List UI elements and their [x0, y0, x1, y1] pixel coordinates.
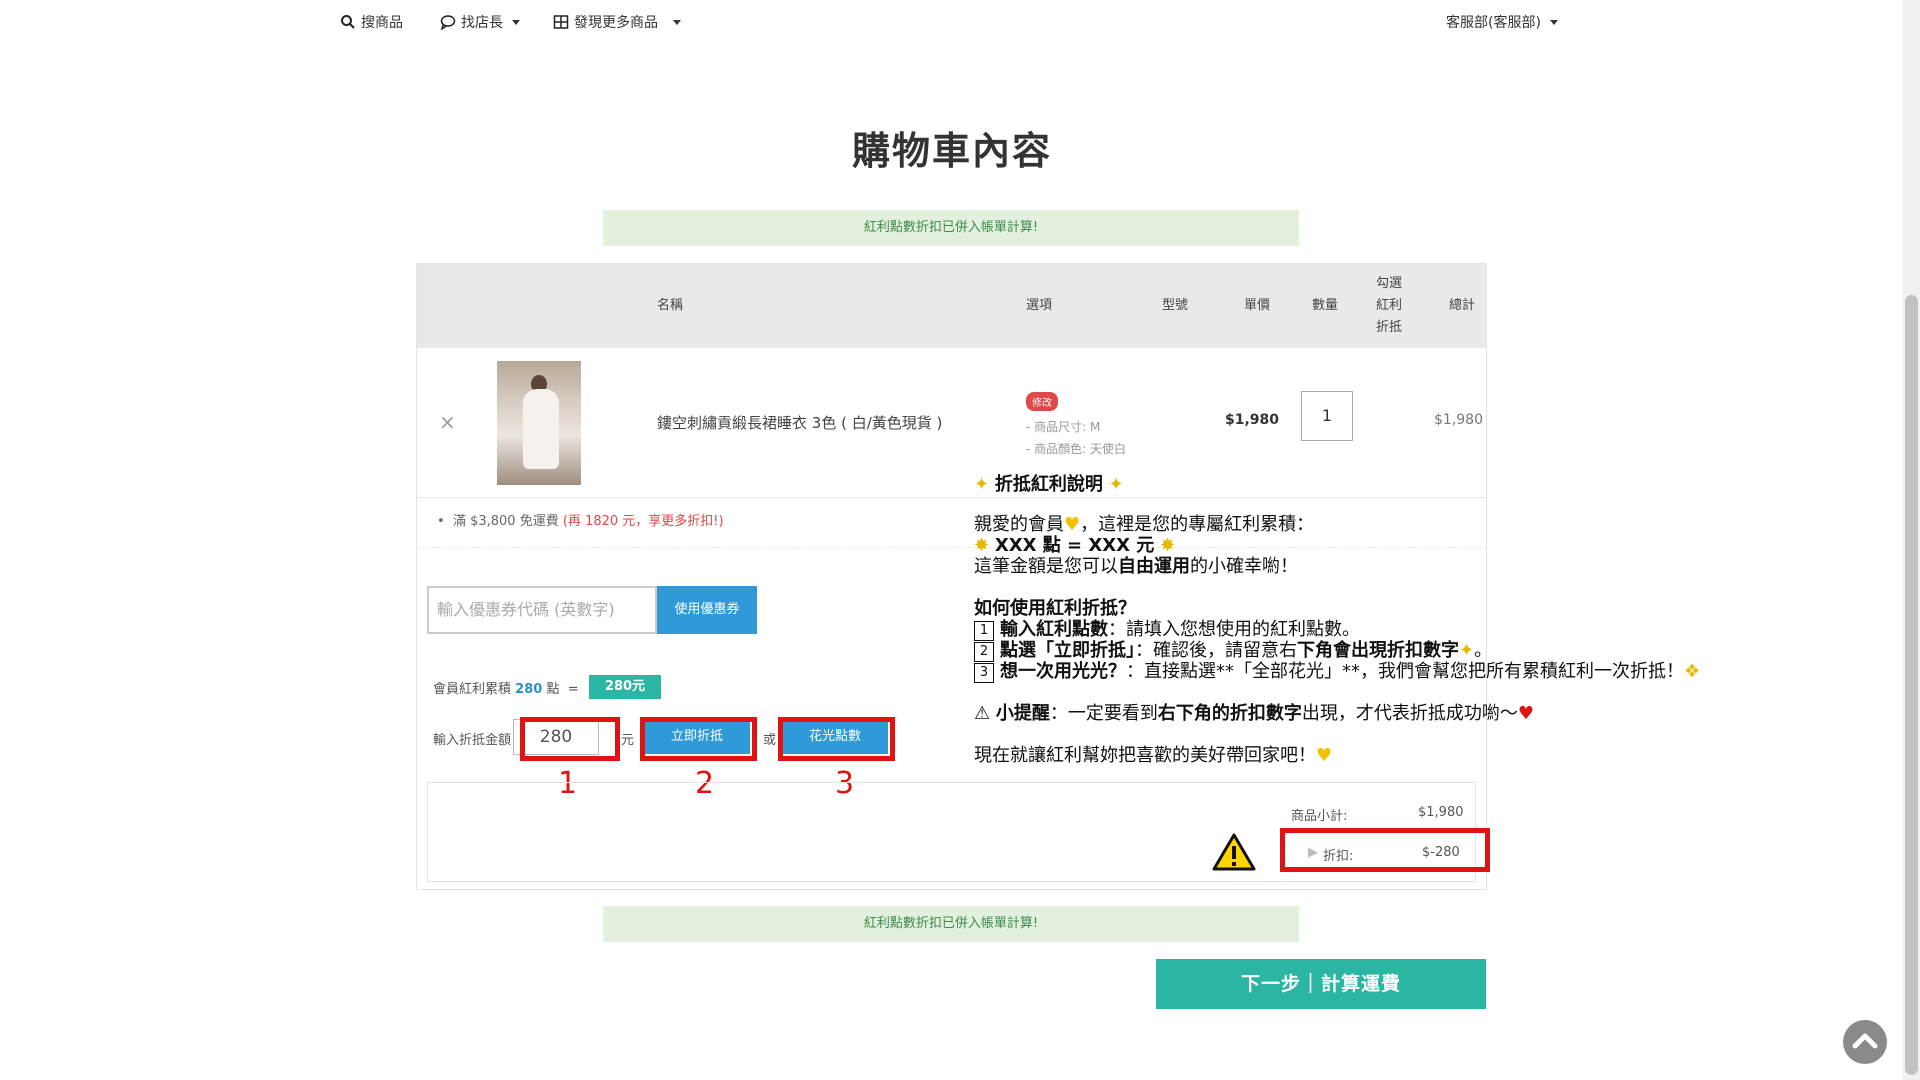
chevron-down-icon: [673, 19, 681, 25]
search-icon: [341, 15, 355, 29]
product-name[interactable]: 鏤空刺繡貢緞長裙睡衣 3色 ( 白/黃色現貨 ): [657, 412, 942, 433]
explain-l3c: 的小確幸喲！: [1190, 556, 1298, 577]
nav-find-manager-label: 找店長: [461, 15, 503, 31]
header-quantity: 數量: [1312, 298, 1339, 313]
cart-table: 名稱 選項 型號 單價 數量 勾選 紅利 折抵 總計 × 鏤空刺繡貢緞長裙睡衣 …: [416, 263, 1490, 890]
shipping-extra: (再 1820 元，享更多折扣!): [562, 514, 724, 529]
points-equals: =: [567, 682, 579, 697]
order-summary: 商品小計: $1,980 ▶ 折扣: $-280: [427, 782, 1490, 882]
highlight-box-3: [778, 717, 895, 761]
coupon-input[interactable]: 輸入優惠券代碼 (英數字): [427, 586, 657, 634]
chat-icon: [440, 15, 456, 30]
explain-closing-text: 現在就讓紅利幫妳把喜歡的美好帶回家吧！: [974, 745, 1316, 766]
sparkle-icon: ✦: [1108, 474, 1124, 495]
explain-title-line: ✦ 折抵紅利說明 ✦: [974, 470, 1124, 496]
explain-l3a: 這筆金額是您可以: [974, 556, 1118, 577]
nav-search[interactable]: 搜商品: [340, 12, 403, 32]
cart-table-header: 名稱 選項 型號 單價 數量 勾選 紅利 折抵 總計: [417, 264, 1486, 348]
nav-find-manager[interactable]: 找店長: [440, 12, 520, 32]
header-unit-price: 單價: [1244, 298, 1271, 313]
line-total: $1,980: [1434, 412, 1483, 428]
apply-coupon-button[interactable]: 使用優惠券: [657, 586, 757, 634]
scroll-to-top-button[interactable]: [1843, 1020, 1887, 1064]
heart-icon: ♥: [1517, 703, 1535, 724]
page-title: 購物車內容: [851, 129, 1052, 173]
explain-tip: ⚠ 小提醒：一定要看到右下角的折扣數字出現，才代表折抵成功喲～♥: [974, 699, 1534, 725]
explain-tip-d: 出現，才代表折抵成功喲～: [1301, 703, 1518, 724]
nav-discover-label: 發現更多商品: [574, 15, 658, 31]
explain-title: 折抵紅利說明: [994, 474, 1103, 495]
warning-icon: [1212, 833, 1256, 871]
edit-option-badge[interactable]: 修改: [1026, 392, 1058, 411]
highlight-box-2: [640, 717, 757, 761]
points-label: 會員紅利累積 280 點 =: [433, 678, 579, 697]
header-bonus-select-1: 勾選: [1376, 276, 1403, 291]
highlight-box-discount: [1280, 828, 1490, 872]
unit-price: $1,980: [1225, 412, 1280, 428]
explain-closing: 現在就讓紅利幫妳把喜歡的美好帶回家吧！♥: [974, 741, 1332, 767]
highlight-box-1: [520, 717, 620, 761]
explain-s3a: 想一次用光光？: [1000, 661, 1126, 682]
points-amount: 280: [515, 682, 543, 697]
bonus-notice-bottom: 紅利點數折扣已併入帳單計算!: [603, 906, 1299, 942]
chevron-up-icon: [1852, 1033, 1878, 1049]
explain-tip-b: ：一定要看到: [1049, 703, 1158, 724]
header-total: 總計: [1449, 298, 1476, 313]
top-nav: 搜商品 找店長 發現更多商品 客服部(客服部): [0, 0, 1920, 44]
header-name: 名稱: [657, 298, 684, 313]
header-option: 選項: [1026, 298, 1053, 313]
chevron-down-icon: [1549, 19, 1558, 25]
divider: [417, 547, 1486, 548]
subtotal-value: $1,980: [1418, 805, 1464, 820]
points-prefix: 會員紅利累積: [433, 682, 512, 697]
header-bonus-select-2: 紅利: [1376, 298, 1403, 313]
quantity-input[interactable]: 1: [1301, 391, 1353, 441]
explain-tip-a: 小提醒: [995, 703, 1050, 724]
confetti-icon: ❖: [1684, 661, 1701, 682]
warning-icon: ⚠: [974, 703, 991, 724]
nav-discover[interactable]: 發現更多商品: [553, 12, 681, 32]
shipping-bullet: •: [437, 514, 453, 529]
chevron-down-icon: [512, 19, 520, 25]
option-size: - 商品尺寸: M: [1026, 420, 1101, 434]
grid-icon: [553, 15, 569, 29]
nav-account-label: 客服部(客服部): [1446, 15, 1541, 31]
cart-item-row: × 鏤空刺繡貢緞長裙睡衣 3色 ( 白/黃色現貨 ) 修改 - 商品尺寸: M …: [417, 348, 1486, 498]
step-number-3: 3: [974, 663, 994, 683]
redeem-label: 輸入折抵金額: [433, 733, 512, 748]
bonus-notice-top: 紅利點數折扣已併入帳單計算!: [603, 210, 1299, 246]
or-text: 或: [763, 733, 777, 748]
explain-step-3: 3 想一次用光光？：直接點選**「全部花光」**，我們會幫您把所有累積紅利一次折抵…: [974, 657, 1700, 683]
option-color: - 商品顏色: 天使白: [1026, 442, 1127, 456]
redeem-unit: 元: [621, 733, 635, 748]
nav-search-label: 搜商品: [361, 15, 403, 31]
header-model: 型號: [1162, 298, 1189, 313]
explain-line-3: 這筆金額是您可以自由運用的小確幸喲！: [974, 552, 1298, 578]
product-image[interactable]: [497, 361, 581, 485]
product-image-figure: [523, 389, 559, 469]
next-step-button[interactable]: 下一步｜計算運費: [1156, 959, 1486, 1009]
sparkle-icon: ✦: [974, 474, 990, 495]
explain-s3b: ：直接點選**「全部花光」**，我們會幫您把所有累積紅利一次折抵！: [1126, 661, 1684, 682]
remove-item-button[interactable]: ×: [439, 410, 456, 434]
explain-l3b: 自由運用: [1118, 556, 1190, 577]
header-bonus-select-3: 折抵: [1376, 320, 1403, 335]
scrollbar-thumb[interactable]: [1905, 295, 1918, 1075]
scrollbar[interactable]: [1903, 0, 1920, 1080]
shipping-text: 滿 $3,800 免運費: [452, 514, 559, 529]
explain-tip-c: 右下角的折扣數字: [1157, 703, 1302, 724]
nav-account[interactable]: 客服部(客服部): [1446, 12, 1558, 32]
heart-icon: ♥: [1316, 745, 1333, 766]
subtotal-label: 商品小計:: [1291, 809, 1348, 824]
points-suffix: 點: [546, 682, 560, 697]
points-value-badge: 280元: [589, 675, 661, 699]
shipping-note: • 滿 $3,800 免運費 (再 1820 元，享更多折扣!): [437, 510, 724, 529]
